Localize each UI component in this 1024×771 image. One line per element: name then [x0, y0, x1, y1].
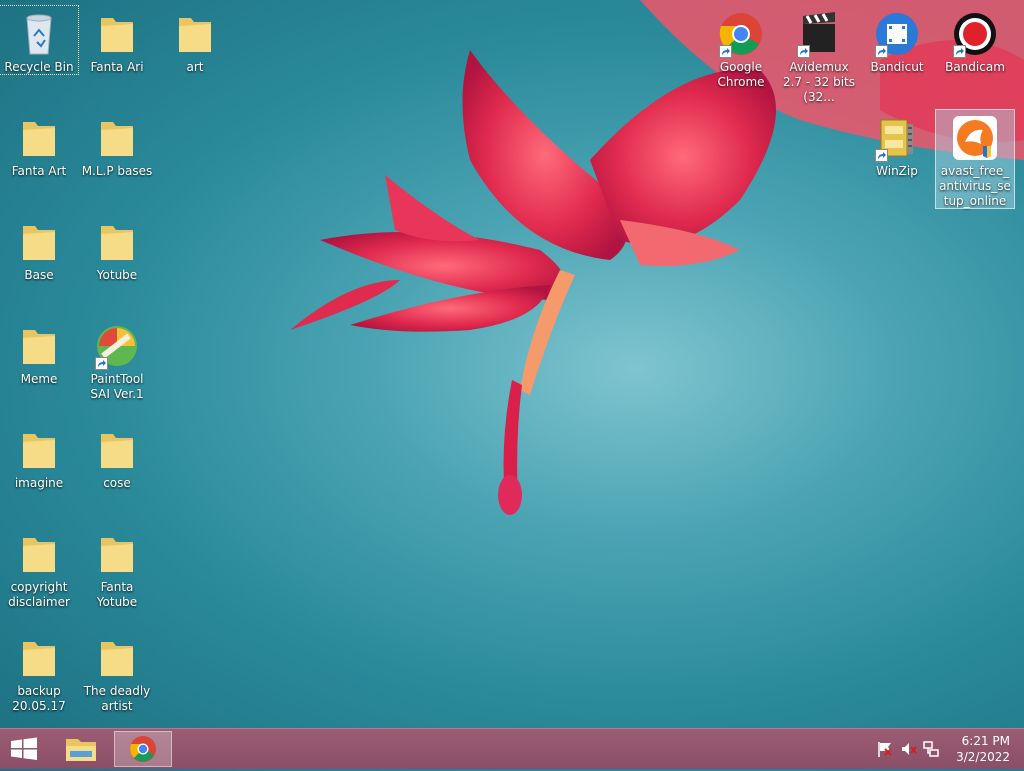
desktop-icon-bandicut[interactable]: Bandicut: [858, 6, 936, 75]
desktop-icon-fanta-yotube[interactable]: Fanta Yotube: [78, 526, 156, 610]
desktop-icon-base[interactable]: Base: [0, 214, 78, 283]
shortcut-arrow-icon: [95, 357, 108, 370]
desktop-icon-google-chrome[interactable]: Google Chrome: [702, 6, 780, 90]
desktop-icon-avidemux[interactable]: Avidemux 2.7 - 32 bits (32...: [780, 6, 858, 105]
painttool-sai-icon: [93, 322, 141, 370]
desktop-icon-label: PaintTool SAI Ver.1: [90, 372, 144, 401]
desktop-icon-label: Google Chrome: [717, 60, 765, 89]
recycle-bin-icon: [15, 10, 63, 58]
desktop-icon-painttool-sai[interactable]: PaintTool SAI Ver.1: [78, 318, 156, 402]
shortcut-arrow-icon: [875, 45, 888, 58]
desktop-icon-the-deadly-artist[interactable]: The deadly artist: [78, 630, 156, 714]
shortcut-arrow-icon: [797, 45, 810, 58]
folder-icon: [15, 426, 63, 474]
desktop-icon-label: Bandicam: [945, 60, 1005, 74]
desktop-icon-label: The deadly artist: [83, 684, 151, 713]
chrome-icon: [130, 736, 156, 762]
desktop-icon-label: Bandicut: [870, 60, 924, 74]
action-center-flag-icon[interactable]: [876, 740, 894, 758]
network-icon[interactable]: [922, 740, 940, 758]
desktop-icon-label: cose: [103, 476, 131, 490]
volume-muted-icon[interactable]: [900, 740, 918, 758]
clock-date: 3/2/2022: [956, 750, 1010, 764]
folder-icon: [15, 322, 63, 370]
clock-time: 6:21 PM: [961, 734, 1010, 748]
chrome-icon: [717, 10, 765, 58]
avidemux-icon: [795, 10, 843, 58]
shortcut-arrow-icon: [953, 45, 966, 58]
taskbar: 6:21 PM 3/2/2022: [0, 728, 1024, 769]
folder-icon: [15, 634, 63, 682]
desktop-icon-copyright-disclaimer[interactable]: copyright disclaimer: [0, 526, 78, 610]
desktop-icon-cose[interactable]: cose: [78, 422, 156, 491]
folder-icon: [93, 114, 141, 162]
desktop-icon-label: imagine: [14, 476, 64, 490]
desktop-icon-recycle-bin[interactable]: Recycle Bin: [0, 5, 79, 75]
desktop-icon-fanta-ari[interactable]: Fanta Ari: [78, 6, 156, 75]
folder-icon: [15, 218, 63, 266]
taskbar-clock[interactable]: 6:21 PM 3/2/2022: [956, 733, 1010, 765]
desktop-icon-imagine[interactable]: imagine: [0, 422, 78, 491]
desktop-icon-backup[interactable]: backup 20.05.17: [0, 630, 78, 714]
folder-icon: [15, 530, 63, 578]
file-explorer-icon: [66, 739, 96, 761]
desktop-icon-winzip[interactable]: WinZip: [858, 110, 936, 179]
desktop-icon-avast-setup[interactable]: avast_free_antivirus_setup_online: [935, 109, 1015, 209]
system-tray: 6:21 PM 3/2/2022: [864, 729, 1024, 769]
avast-icon: [951, 114, 999, 162]
bandicut-icon: [873, 10, 921, 58]
winzip-icon: [873, 114, 921, 162]
desktop-icon-bandicam[interactable]: Bandicam: [936, 6, 1014, 75]
desktop-icon-label: backup 20.05.17: [12, 684, 66, 713]
start-button[interactable]: [0, 731, 48, 767]
desktop-icon-label: Yotube: [96, 268, 138, 282]
windows-logo-icon: [11, 737, 37, 760]
shortcut-arrow-icon: [875, 149, 888, 162]
desktop-icon-label: copyright disclaimer: [8, 580, 70, 609]
folder-icon: [93, 634, 141, 682]
desktop-icon-label: WinZip: [876, 164, 918, 178]
desktop-icon-label: avast_free_antivirus_setup_online: [939, 164, 1011, 208]
desktop-icon-label: Base: [24, 268, 54, 282]
folder-icon: [93, 426, 141, 474]
folder-icon: [93, 218, 141, 266]
desktop-icon-art[interactable]: art: [156, 6, 234, 75]
desktop-icon-label: Fanta Yotube: [96, 580, 138, 609]
folder-icon: [93, 10, 141, 58]
desktop-icon-label: Avidemux 2.7 - 32 bits (32...: [782, 60, 856, 104]
desktop-icon-yotube[interactable]: Yotube: [78, 214, 156, 283]
bandicam-icon: [951, 10, 999, 58]
taskbar-chrome-button[interactable]: [114, 731, 172, 767]
desktop-icon-mlp-bases[interactable]: M.L.P bases: [78, 110, 156, 179]
folder-icon: [93, 530, 141, 578]
desktop-icon-label: Fanta Art: [11, 164, 67, 178]
folder-icon: [171, 10, 219, 58]
desktop-icon-label: art: [186, 60, 204, 74]
desktop-icon-label: Meme: [20, 372, 58, 386]
desktop-icon-meme[interactable]: Meme: [0, 318, 78, 387]
folder-icon: [15, 114, 63, 162]
desktop-icon-label: Recycle Bin: [4, 60, 74, 74]
desktop-icon-fanta-art[interactable]: Fanta Art: [0, 110, 78, 179]
desktop-icon-label: Fanta Ari: [90, 60, 144, 74]
shortcut-arrow-icon: [719, 45, 732, 58]
taskbar-file-explorer-button[interactable]: [56, 731, 106, 767]
desktop-icon-label: M.L.P bases: [81, 164, 153, 178]
